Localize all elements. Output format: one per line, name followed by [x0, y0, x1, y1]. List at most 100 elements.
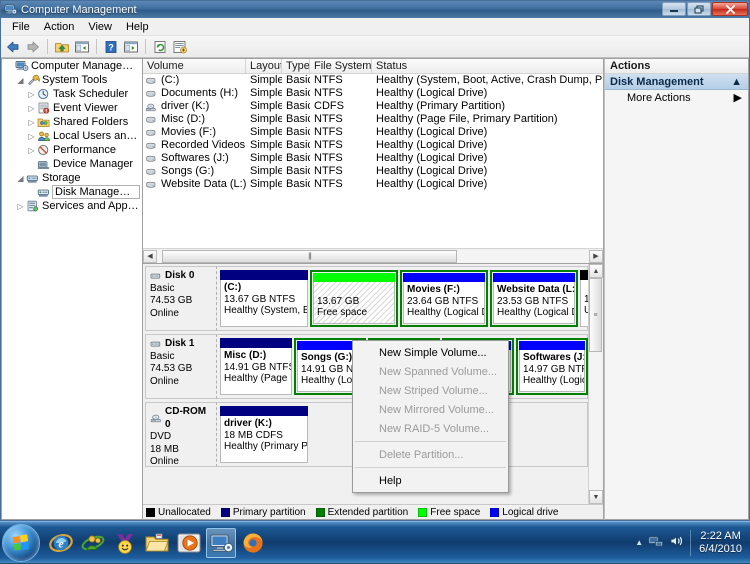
- partition-primary[interactable]: (C:) 13.67 GB NTFS Healthy (System, B: [220, 270, 308, 327]
- table-row[interactable]: Songs (G:) Simple Basic NTFS Healthy (Lo…: [143, 165, 603, 178]
- forward-arrow-icon[interactable]: [24, 38, 42, 56]
- partition-extended-free[interactable]: 13.67 GB Free space: [310, 270, 398, 327]
- sidebar-item-performance[interactable]: ▷ Performance: [2, 143, 142, 157]
- actions-section-label: Disk Management: [610, 75, 704, 88]
- minimize-button[interactable]: [662, 2, 686, 16]
- msn-messenger-icon[interactable]: [78, 528, 108, 558]
- menu-item-file[interactable]: File: [5, 20, 37, 34]
- window-title: Computer Management: [21, 3, 137, 16]
- partition-logical[interactable]: Softwares (J:) 14.97 GB NTFS Healthy (Lo…: [516, 338, 588, 395]
- media-player-icon[interactable]: [174, 528, 204, 558]
- sidebar-item-device-manager[interactable]: Device Manager: [2, 157, 142, 171]
- close-button[interactable]: [712, 2, 748, 16]
- table-row[interactable]: Movies (F:) Simple Basic NTFS Healthy (L…: [143, 126, 603, 139]
- action-more-actions[interactable]: More Actions ▶: [605, 90, 748, 105]
- column-header-type[interactable]: Type: [282, 59, 310, 73]
- scroll-right-arrow[interactable]: ▶: [589, 249, 603, 263]
- sidebar-item-computer-management-local[interactable]: Computer Management (Local: [2, 59, 142, 73]
- restore-button[interactable]: [687, 2, 711, 16]
- tree-twisty-icon[interactable]: ◢: [15, 76, 26, 85]
- column-header-file-system[interactable]: File System: [310, 59, 372, 73]
- tree-twisty-icon[interactable]: ▷: [26, 90, 37, 99]
- clock[interactable]: 2:22 AM 6/4/2010: [696, 530, 745, 556]
- partition-logical[interactable]: Website Data (L:) 23.53 GB NTFS Healthy …: [490, 270, 578, 327]
- scroll-down-arrow[interactable]: ▼: [589, 490, 603, 504]
- partition-details: (C:) 13.67 GB NTFS Healthy (System, B: [220, 280, 308, 327]
- scroll-left-arrow[interactable]: ◀: [143, 249, 157, 263]
- partition-primary[interactable]: Misc (D:) 14.91 GB NTFS Healthy (Page F: [220, 338, 292, 395]
- sidebar-item-shared-folders[interactable]: ▷ Shared Folders: [2, 115, 142, 129]
- partition-primary[interactable]: driver (K:) 18 MB CDFS Healthy (Primary …: [220, 406, 308, 463]
- table-row[interactable]: Softwares (J:) Simple Basic NTFS Healthy…: [143, 152, 603, 165]
- computer-management-taskbar-icon[interactable]: [206, 527, 236, 558]
- tree-twisty-icon[interactable]: ◢: [15, 174, 26, 183]
- table-row[interactable]: driver (K:) Simple Basic CDFS Healthy (P…: [143, 100, 603, 113]
- system-tools-icon: [26, 74, 42, 87]
- partition-logical[interactable]: Movies (F:) 23.64 GB NTFS Healthy (Logic…: [400, 270, 488, 327]
- disk-header[interactable]: Disk 1 Basic 74.53 GB Online: [145, 334, 217, 399]
- menu-item-action[interactable]: Action: [37, 20, 82, 34]
- actions-section-disk-management[interactable]: Disk Management ▲: [605, 74, 748, 90]
- show-hidden-icons-icon[interactable]: ▲: [635, 538, 643, 547]
- back-arrow-icon[interactable]: [4, 38, 22, 56]
- network-icon[interactable]: [648, 534, 664, 551]
- partition-color-bar: [580, 270, 588, 280]
- disk-icon: [150, 339, 163, 350]
- sidebar-item-disk-management[interactable]: Disk Management: [2, 185, 142, 199]
- disk-view-vscrollbar[interactable]: ▲ ≡ ▼: [588, 264, 603, 504]
- partition-unallocated[interactable]: 10 Un: [580, 270, 588, 327]
- refresh-icon[interactable]: [151, 38, 169, 56]
- sidebar-item-services-and-applications[interactable]: ▷ Services and Applications: [2, 199, 142, 213]
- menu-item-view[interactable]: View: [81, 20, 119, 34]
- export-list-icon[interactable]: [171, 38, 189, 56]
- disk-header[interactable]: Disk 0 Basic 74.53 GB Online: [145, 266, 217, 331]
- sidebar-item-local-users-and-groups[interactable]: ▷ Local Users and Groups: [2, 129, 142, 143]
- volume-list-rows: (C:) Simple Basic NTFS Healthy (System, …: [143, 74, 603, 248]
- vscroll-thumb[interactable]: ≡: [589, 278, 602, 352]
- start-orb-icon[interactable]: [2, 523, 40, 562]
- table-row[interactable]: Recorded Videos (I:) Simple Basic NTFS H…: [143, 139, 603, 152]
- menu-item-help[interactable]: Help: [119, 20, 156, 34]
- table-row[interactable]: Documents (H:) Simple Basic NTFS Healthy…: [143, 87, 603, 100]
- properties-icon[interactable]: [122, 38, 140, 56]
- sidebar-item-task-scheduler[interactable]: ▷ Task Scheduler: [2, 87, 142, 101]
- yahoo-messenger-icon[interactable]: [110, 528, 140, 558]
- hscroll-track[interactable]: |||: [157, 249, 589, 263]
- sidebar-item-system-tools[interactable]: ◢ System Tools: [2, 73, 142, 87]
- windows-explorer-icon[interactable]: [142, 528, 172, 558]
- column-header-status[interactable]: Status: [372, 59, 603, 73]
- tree-twisty-icon[interactable]: ▷: [26, 118, 37, 127]
- tree-twisty-icon[interactable]: ▷: [26, 132, 37, 141]
- taskbar: e ▲ 2:22 AM 6/4/2010: [0, 521, 750, 563]
- scroll-up-arrow[interactable]: ▲: [589, 264, 603, 278]
- help-icon[interactable]: ?: [102, 38, 120, 56]
- disk-header[interactable]: CD-ROM 0 DVD 18 MB Online: [145, 402, 217, 467]
- sidebar-item-event-viewer[interactable]: ▷ Event Viewer: [2, 101, 142, 115]
- tree-twisty-icon[interactable]: ▷: [15, 202, 26, 211]
- window-title-bar[interactable]: Computer Management: [1, 1, 749, 18]
- show-hide-tree-icon[interactable]: [73, 38, 91, 56]
- hscroll-thumb[interactable]: |||: [162, 249, 457, 263]
- sidebar-item-storage[interactable]: ◢ Storage: [2, 171, 142, 185]
- cell-status: Healthy (Logical Drive): [376, 126, 488, 138]
- taskbar-icon-strip: e: [46, 527, 268, 558]
- volume-icon[interactable]: [669, 534, 685, 551]
- column-header-layout[interactable]: Layout: [246, 59, 282, 73]
- tree-twisty-icon[interactable]: ▷: [26, 104, 37, 113]
- volume-list-hscrollbar[interactable]: ◀ ||| ▶: [143, 248, 603, 263]
- console-tree-pane[interactable]: Computer Management (Local ◢ System Tool…: [1, 58, 142, 520]
- drive-icon: [145, 180, 158, 190]
- firefox-icon[interactable]: [238, 528, 268, 558]
- partition-context-menu[interactable]: New Simple Volume... New Spanned Volume..…: [352, 340, 509, 493]
- column-header-volume[interactable]: Volume: [143, 59, 246, 73]
- table-row[interactable]: (C:) Simple Basic NTFS Healthy (System, …: [143, 74, 603, 87]
- table-row[interactable]: Website Data (L:) Simple Basic NTFS Heal…: [143, 178, 603, 191]
- chevron-up-icon[interactable]: ▲: [731, 76, 742, 88]
- table-row[interactable]: Misc (D:) Simple Basic NTFS Healthy (Pag…: [143, 113, 603, 126]
- tree-twisty-icon[interactable]: ▷: [26, 146, 37, 155]
- menu-item-help[interactable]: Help: [353, 471, 508, 490]
- vscroll-track[interactable]: ≡: [589, 278, 603, 490]
- menu-item-new-simple-volume[interactable]: New Simple Volume...: [353, 343, 508, 362]
- internet-explorer-icon[interactable]: e: [46, 528, 76, 558]
- up-folder-icon[interactable]: [53, 38, 71, 56]
